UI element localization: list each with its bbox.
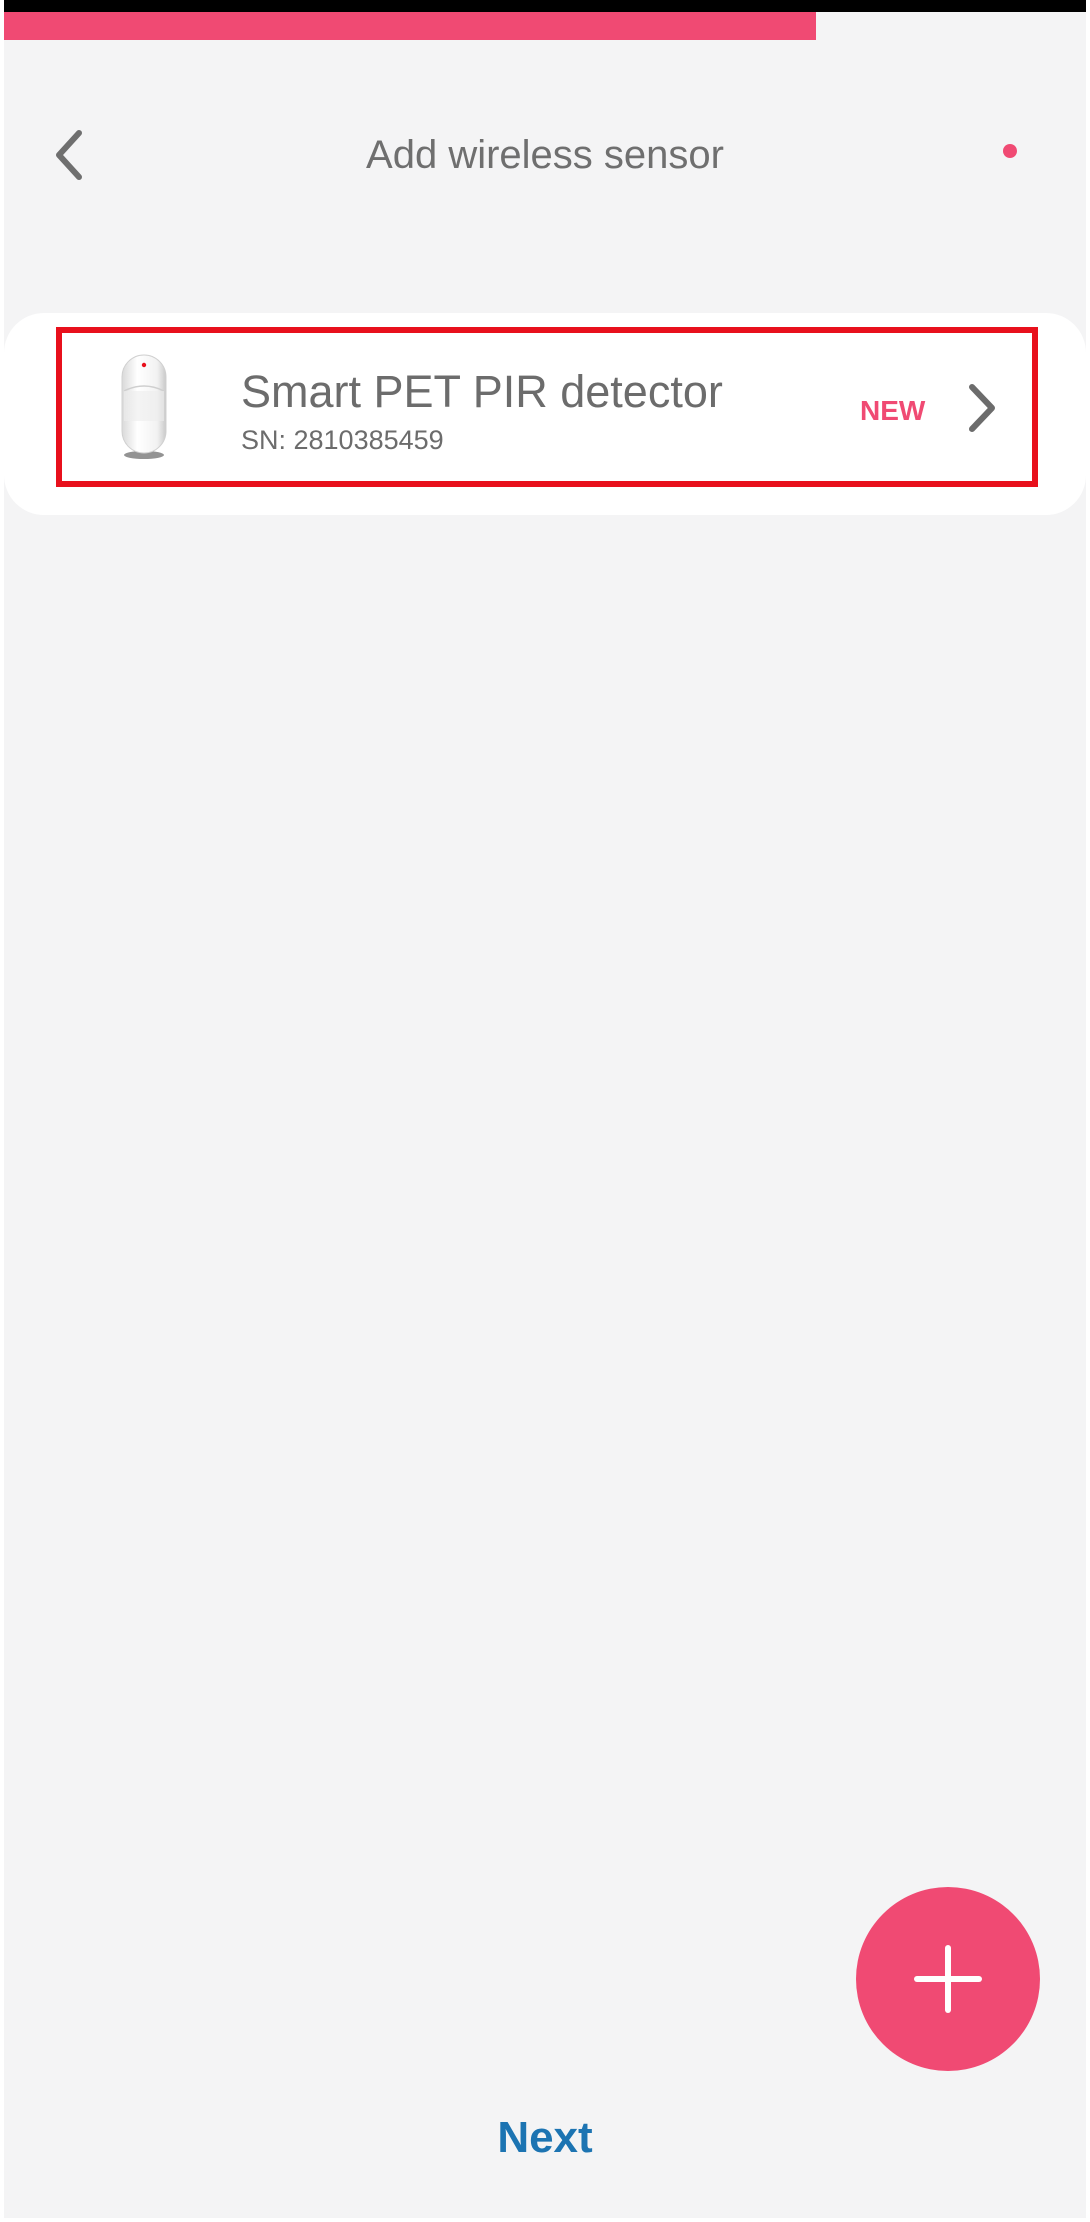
add-sensor-button[interactable] xyxy=(856,1887,1040,2071)
sensor-serial: SN: 2810385459 xyxy=(241,425,444,455)
app-screen: Add wireless sensor Smart PET PIR detect… xyxy=(4,0,1086,2218)
list-item-sensor[interactable]: Smart PET PIR detector SN: 2810385459 NE… xyxy=(62,333,1032,481)
status-dot xyxy=(1003,144,1017,158)
progress-bar xyxy=(4,12,1086,40)
chevron-right-icon xyxy=(969,384,995,432)
sensor-name: Smart PET PIR detector xyxy=(241,366,723,417)
progress-bar-fill xyxy=(4,12,816,40)
new-badge: NEW xyxy=(860,395,926,426)
next-button[interactable]: Next xyxy=(445,2108,645,2168)
page-title: Add wireless sensor xyxy=(366,133,724,177)
status-bar-edge xyxy=(4,0,1086,12)
sensor-list-card: Smart PET PIR detector SN: 2810385459 NE… xyxy=(4,313,1086,515)
plus-icon xyxy=(914,1945,982,2013)
pir-detector-image xyxy=(121,354,167,459)
header: Add wireless sensor xyxy=(4,110,1086,200)
